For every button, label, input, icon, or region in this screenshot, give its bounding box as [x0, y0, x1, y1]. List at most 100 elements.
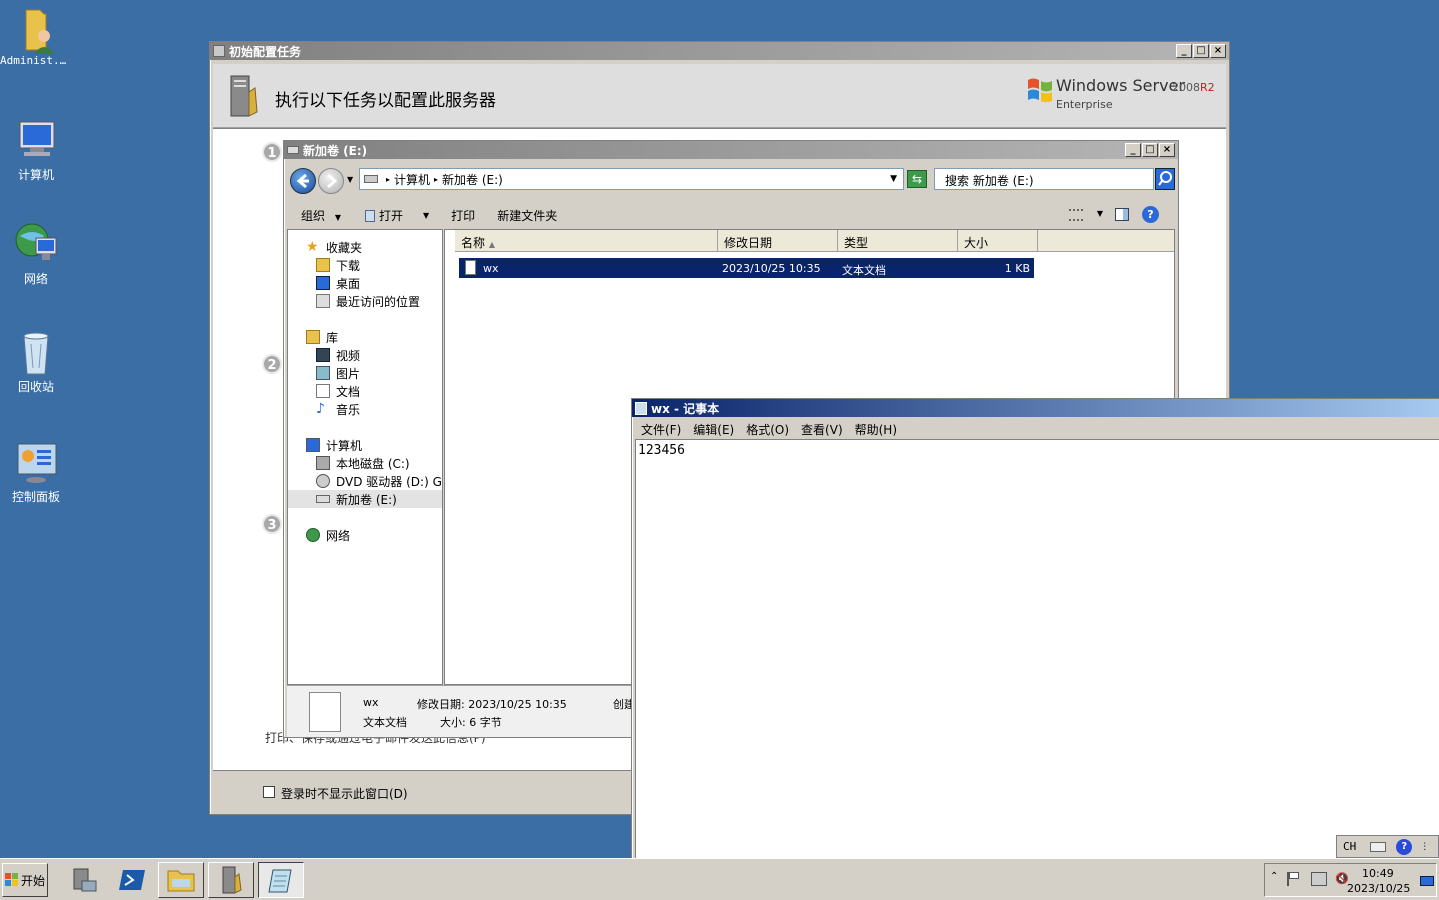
nav-music[interactable]: ♪ 音乐 — [288, 400, 442, 418]
column-header-name[interactable]: 名称 ▲ — [455, 230, 718, 252]
search-icon — [1158, 171, 1172, 186]
drive-icon — [364, 175, 378, 183]
breadcrumb-separator-icon[interactable]: ▸ — [434, 175, 438, 184]
breadcrumb-new-volume[interactable]: 新加卷 (E:) — [442, 171, 503, 188]
nav-new-volume[interactable]: 新加卷 (E:) — [288, 490, 442, 508]
menu-view[interactable]: 查看(V) — [801, 421, 843, 438]
taskbar-powershell[interactable] — [110, 862, 156, 898]
nav-favorites[interactable]: ★ 收藏夹 — [288, 238, 442, 256]
help-icon[interactable]: ? — [1142, 206, 1159, 223]
address-dropdown-icon[interactable]: ▼ — [890, 174, 897, 184]
minimize-button[interactable]: _ — [1125, 143, 1141, 157]
menu-format[interactable]: 格式(O) — [746, 421, 789, 438]
powershell-icon — [119, 870, 145, 890]
drive-icon — [287, 146, 299, 154]
maximize-button[interactable]: □ — [1193, 44, 1209, 58]
dont-show-label[interactable]: 登录时不显示此窗口(D) — [281, 785, 408, 802]
breadcrumb-separator-icon[interactable]: ▸ — [386, 175, 390, 184]
open-dropdown-icon[interactable]: ▼ — [421, 209, 431, 222]
nav-downloads[interactable]: 下载 — [288, 256, 442, 274]
taskbar-server-manager[interactable] — [60, 862, 106, 898]
details-file-name: wx — [363, 696, 379, 709]
column-header-filler — [1038, 230, 1174, 252]
keyboard-icon[interactable] — [1370, 841, 1387, 852]
print-button[interactable]: 打印 — [449, 205, 477, 226]
menu-edit[interactable]: 编辑(E) — [693, 421, 734, 438]
action-center-flag-icon[interactable] — [1287, 872, 1299, 886]
search-input[interactable]: 搜索 新加卷 (E:) — [934, 168, 1154, 190]
forward-button[interactable] — [318, 168, 344, 194]
desktop-icon-control-panel[interactable]: 控制面板 — [0, 440, 72, 505]
text-file-icon — [465, 260, 476, 275]
desktop-icon-computer[interactable]: 计算机 — [0, 118, 72, 183]
nav-dvd-drive[interactable]: DVD 驱动器 (D:) GF — [288, 472, 442, 490]
help-icon[interactable]: ? — [1396, 838, 1413, 855]
start-button[interactable]: 开始 — [2, 863, 48, 897]
notepad-titlebar[interactable]: wx - 记事本 — [632, 399, 1439, 417]
nav-pictures[interactable]: 图片 — [288, 364, 442, 382]
column-header-size[interactable]: 大小 — [958, 230, 1038, 252]
nav-videos[interactable]: 视频 — [288, 346, 442, 364]
notepad-text-area[interactable]: 123456 — [635, 439, 1439, 859]
organize-label: 组织 — [301, 208, 326, 223]
nav-label: 网络 — [326, 528, 351, 543]
show-desktop-icon[interactable] — [1420, 876, 1434, 886]
breadcrumb-computer[interactable]: 计算机 — [394, 171, 430, 188]
nav-label: 桌面 — [336, 276, 361, 291]
pictures-icon — [316, 366, 330, 380]
network-status-icon[interactable] — [1311, 872, 1327, 886]
taskbar-notepad[interactable] — [258, 862, 304, 898]
refresh-button[interactable]: ⇆ — [907, 170, 927, 188]
file-row[interactable]: wx 2023/10/25 10:35 文本文档 1 KB — [459, 258, 1034, 278]
ict-titlebar[interactable]: 初始配置任务 _ □ × — [210, 42, 1229, 60]
start-label: 开始 — [20, 873, 45, 888]
menu-help[interactable]: 帮助(H) — [855, 421, 897, 438]
nav-label: 图片 — [336, 366, 361, 381]
show-hidden-icons-icon[interactable]: ⌃ — [1270, 871, 1278, 882]
notification-area: ⌃ 🔇 10:49 2023/10/25 — [1264, 863, 1437, 897]
preview-pane-icon[interactable] — [1115, 208, 1129, 221]
desktop-icon-network[interactable]: 网络 — [0, 222, 72, 287]
explorer-titlebar[interactable]: 新加卷 (E:) _ □ × — [284, 141, 1178, 159]
maximize-button[interactable]: □ — [1142, 143, 1158, 157]
close-button[interactable]: × — [1159, 143, 1175, 157]
new-folder-button[interactable]: 新建文件夹 — [495, 205, 559, 226]
view-dropdown-icon[interactable]: ▼ — [1097, 209, 1103, 218]
nav-recent[interactable]: 最近访问的位置 — [288, 292, 442, 310]
column-header-type[interactable]: 类型 — [838, 230, 958, 252]
notepad-icon — [268, 869, 292, 893]
open-button[interactable]: 打开 — [363, 205, 405, 226]
close-button[interactable]: × — [1210, 44, 1226, 58]
nav-desktop[interactable]: 桌面 — [288, 274, 442, 292]
recent-pages-chevron-icon[interactable]: ▼ — [347, 175, 353, 184]
desktop-icon-recycle-bin[interactable]: 回收站 — [0, 330, 72, 395]
nav-local-disk[interactable]: 本地磁盘 (C:) — [288, 454, 442, 472]
computer-icon — [14, 118, 58, 162]
nav-network[interactable]: 网络 — [288, 526, 442, 544]
explorer-title: 新加卷 (E:) — [303, 143, 368, 158]
organize-button[interactable]: 组织 ▼ — [299, 205, 343, 226]
column-label: 名称 — [461, 236, 486, 250]
brand-name: Windows Server — [1056, 76, 1185, 95]
server-tools-icon — [213, 45, 225, 57]
search-button[interactable] — [1155, 168, 1175, 190]
minimize-button[interactable]: _ — [1176, 44, 1192, 58]
menu-file[interactable]: 文件(F) — [641, 421, 681, 438]
star-icon: ★ — [306, 239, 319, 255]
dont-show-checkbox[interactable] — [263, 786, 275, 798]
taskbar-initial-config[interactable] — [208, 862, 254, 898]
back-button[interactable] — [290, 168, 316, 194]
address-field[interactable]: ▸ 计算机 ▸ 新加卷 (E:) ▼ — [359, 168, 904, 190]
music-note-icon: ♪ — [316, 401, 325, 417]
nav-libraries[interactable]: 库 — [288, 328, 442, 346]
view-options-icon[interactable] — [1069, 209, 1083, 221]
language-indicator[interactable]: CH — [1343, 840, 1356, 853]
taskbar-explorer[interactable] — [158, 862, 204, 898]
column-header-modified[interactable]: 修改日期 — [718, 230, 838, 252]
clock-date[interactable]: 2023/10/25 — [1347, 882, 1410, 895]
nav-documents[interactable]: 文档 — [288, 382, 442, 400]
nav-computer[interactable]: 计算机 — [288, 436, 442, 454]
options-icon[interactable]: ⋮ — [1420, 842, 1429, 852]
desktop-icon-administrator[interactable]: Administ... — [0, 6, 72, 67]
clock-time[interactable]: 10:49 — [1362, 867, 1394, 880]
